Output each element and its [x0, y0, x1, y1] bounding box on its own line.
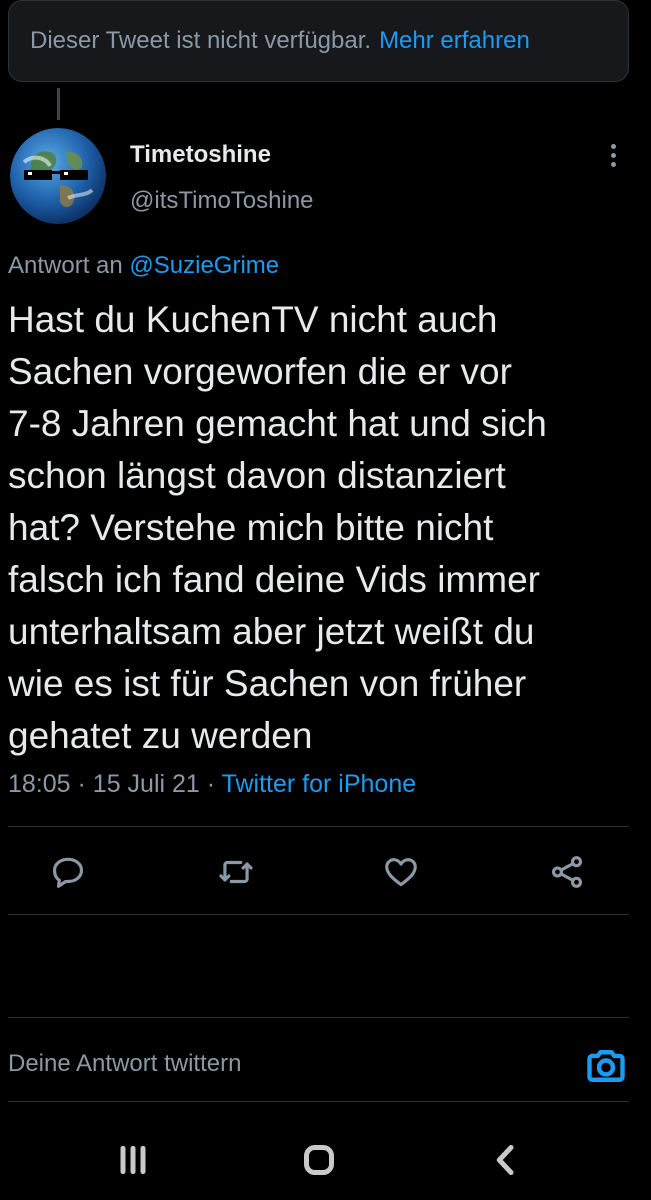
meta-separator: ·: [206, 770, 222, 798]
home-button[interactable]: [297, 1138, 341, 1182]
learn-more-link[interactable]: Mehr erfahren: [379, 27, 530, 55]
reply-icon: [52, 857, 84, 888]
recent-apps-button[interactable]: [111, 1138, 155, 1182]
tweet-source[interactable]: Twitter for iPhone: [222, 770, 417, 798]
reply-to-prefix: Antwort an: [8, 252, 123, 279]
tweet-time: 18:05: [8, 770, 71, 798]
recent-apps-icon: [120, 1145, 146, 1175]
author-display-name[interactable]: Timetoshine: [130, 141, 271, 169]
unavailable-tweet-notice: Dieser Tweet ist nicht verfügbar. Mehr e…: [8, 0, 629, 82]
tweet-meta: 18:05 · 15 Juli 21 · Twitter for iPhone: [8, 770, 416, 799]
back-icon: [496, 1145, 514, 1175]
divider: [8, 914, 629, 915]
tweet-date: 15 Juli 21: [92, 770, 200, 798]
divider: [8, 826, 629, 827]
back-button[interactable]: [484, 1138, 528, 1182]
retweet-button[interactable]: [214, 850, 258, 894]
reply-button[interactable]: [46, 850, 90, 894]
like-icon: [385, 858, 417, 887]
avatar[interactable]: [10, 128, 106, 224]
more-options-icon[interactable]: [600, 144, 626, 172]
retweet-icon: [219, 860, 253, 884]
thread-connector-line: [57, 88, 60, 120]
divider: [8, 1017, 629, 1018]
camera-button[interactable]: [584, 1044, 628, 1088]
like-button[interactable]: [379, 850, 423, 894]
reply-compose-input[interactable]: Deine Antwort twittern: [8, 1050, 241, 1078]
unavailable-text: Dieser Tweet ist nicht verfügbar.: [30, 27, 372, 54]
meta-separator: ·: [77, 770, 93, 798]
earth-with-sunglasses-avatar-icon: [10, 128, 106, 224]
home-icon: [304, 1145, 334, 1175]
reply-to-line: Antwort an @SuzieGrime: [8, 252, 279, 280]
author-handle[interactable]: @itsTimoToshine: [130, 187, 314, 215]
tweet-text: Hast du KuchenTV nicht auch Sachen vorge…: [8, 299, 547, 756]
camera-icon: [587, 1050, 625, 1082]
divider: [8, 1101, 629, 1102]
reply-to-mention[interactable]: @SuzieGrime: [129, 252, 279, 279]
share-button[interactable]: [545, 850, 589, 894]
share-icon: [551, 856, 583, 888]
